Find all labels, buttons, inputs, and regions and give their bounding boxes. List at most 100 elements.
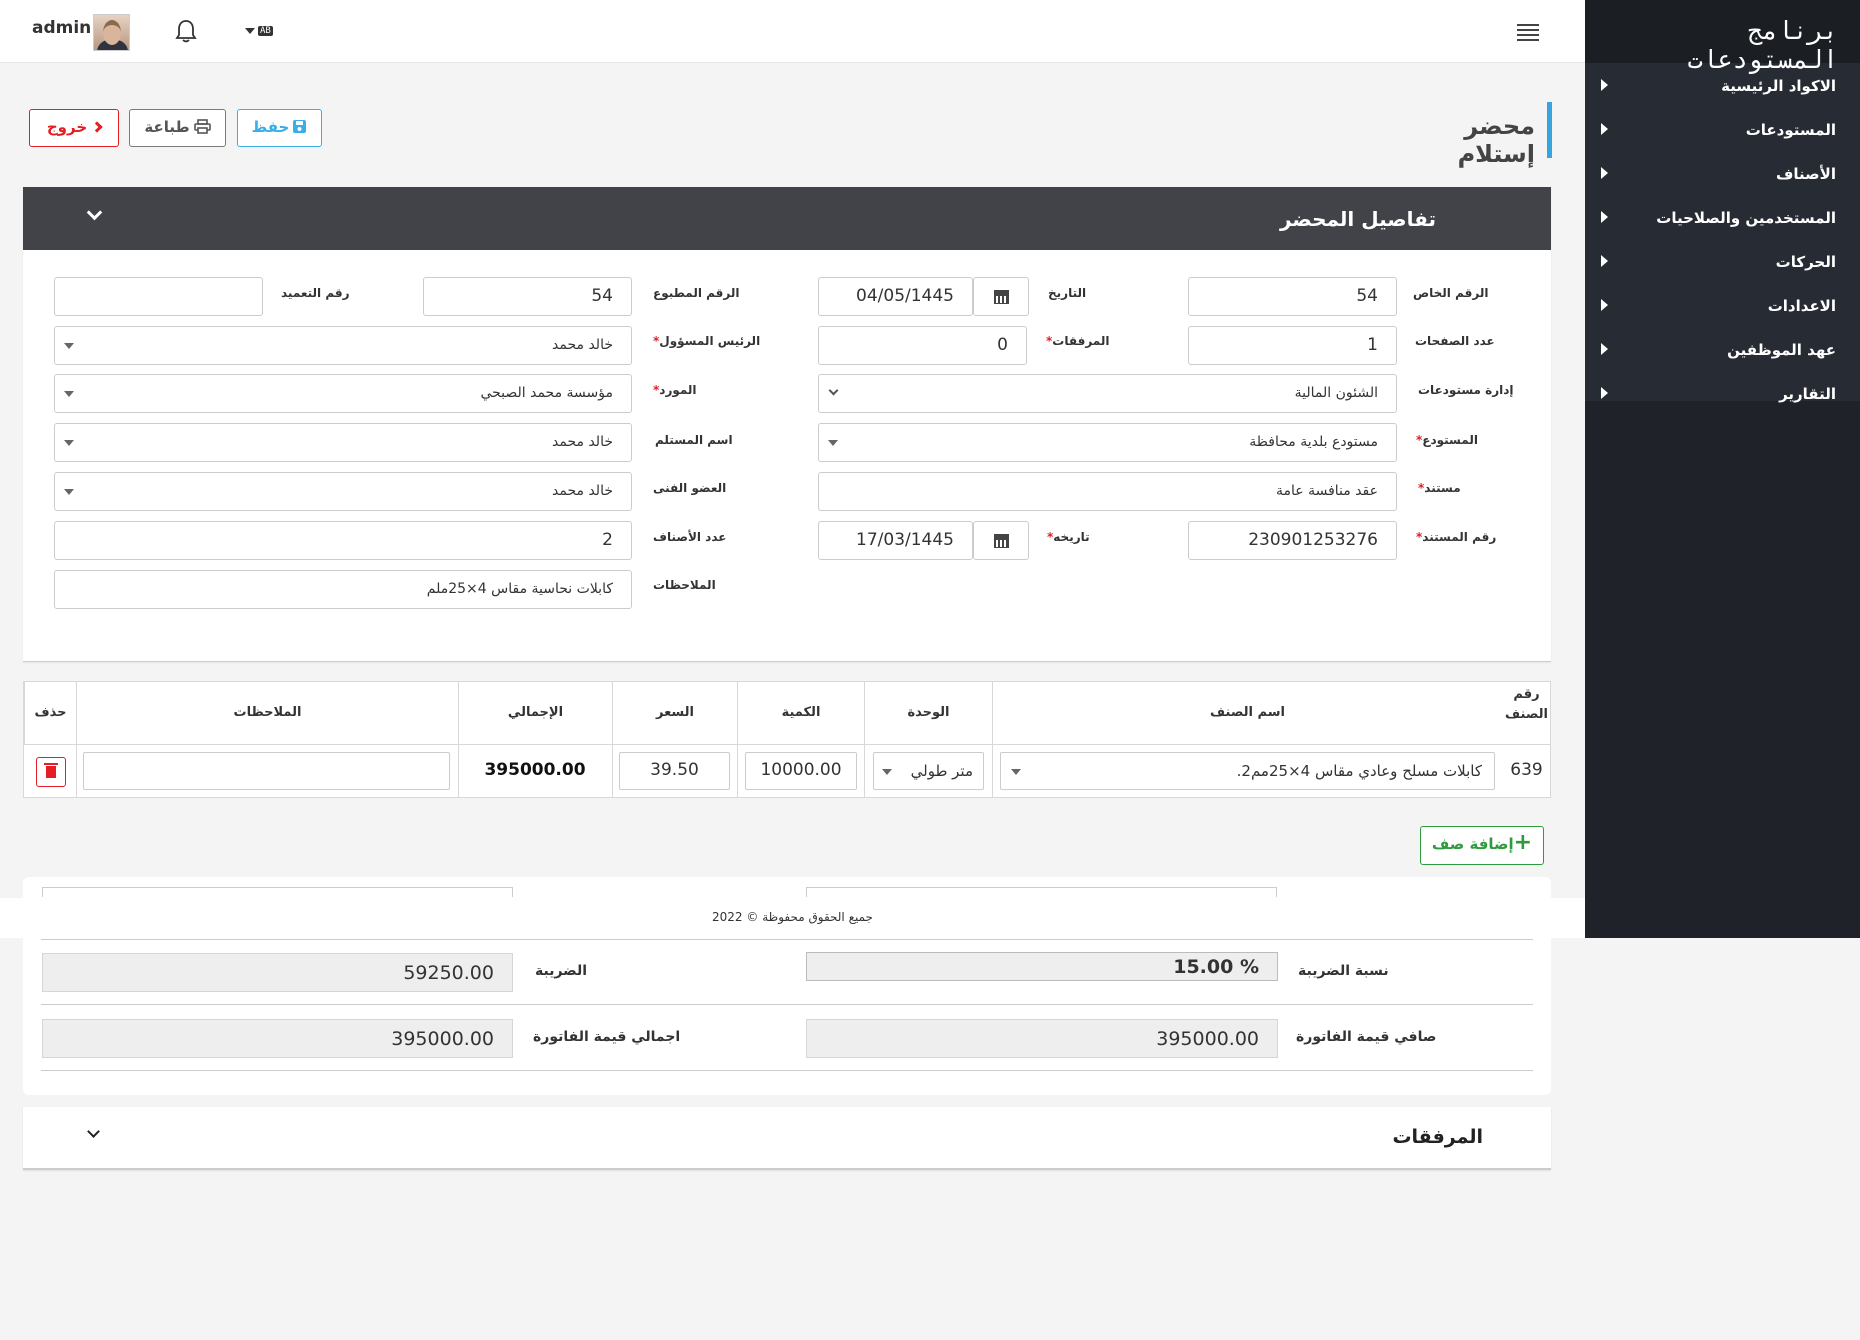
trash-icon bbox=[44, 763, 58, 778]
column-header-item-name: اسم الصنف bbox=[992, 682, 1502, 744]
document-number-label: رقم المستند* bbox=[1416, 530, 1497, 544]
column-header-notes: الملاحظات bbox=[76, 682, 458, 744]
caret-down-icon bbox=[1011, 769, 1021, 775]
printer-icon bbox=[193, 119, 211, 134]
warehouse-label: المستودع* bbox=[1416, 433, 1478, 447]
quantity-field[interactable]: 10000.00 bbox=[745, 752, 857, 790]
language-switcher[interactable]: AB bbox=[245, 23, 273, 37]
column-header-quantity: الكمية bbox=[737, 682, 864, 744]
notes-field[interactable]: كابلات نحاسية مقاس 4×25ملم bbox=[54, 570, 632, 609]
copyright-text: جميع الحقوق محفوظة © 2022 bbox=[712, 910, 873, 924]
gross-invoice-label: اجمالي قيمة الفاتورة bbox=[533, 1029, 681, 1045]
item-name-select[interactable]: كابلات مسلح وعادي مقاس 4×25مم2. bbox=[1000, 752, 1495, 790]
sidebar-item-settings[interactable]: الاعدادات bbox=[1585, 287, 1860, 331]
calendar-icon[interactable] bbox=[973, 521, 1029, 560]
chevron-down-icon[interactable] bbox=[87, 1125, 100, 1138]
attachments-panel-header[interactable]: المرفقات bbox=[23, 1107, 1551, 1170]
tax-rate-field[interactable]: % 15.00 bbox=[806, 952, 1278, 981]
receiver-name-select[interactable]: خالد محمد bbox=[54, 423, 632, 462]
date-field[interactable]: 04/05/1445 bbox=[818, 277, 973, 316]
attachments-title: المرفقات bbox=[1392, 1126, 1483, 1148]
notes-label: الملاحظات bbox=[653, 578, 716, 592]
warehouse-management-select[interactable]: الشئون المالية bbox=[818, 374, 1397, 413]
net-invoice-label: صافي قيمة الفاتورة bbox=[1296, 1029, 1437, 1045]
sidebar-item-items[interactable]: الأصناف bbox=[1585, 155, 1860, 199]
receiver-name-label: اسم المستلم bbox=[655, 433, 733, 447]
caret-down-icon bbox=[828, 440, 838, 446]
sidebar-item-employee-custody[interactable]: عهد الموظفين bbox=[1585, 331, 1860, 375]
exit-button[interactable]: خروج bbox=[29, 109, 119, 147]
items-count-label: عدد الأصناف bbox=[653, 530, 727, 544]
caret-down-icon bbox=[882, 769, 892, 775]
tax-rate-label: نسبة الضريبة bbox=[1298, 963, 1389, 979]
caret-down-icon bbox=[64, 343, 74, 349]
save-icon bbox=[293, 120, 307, 133]
print-button[interactable]: طباعة bbox=[129, 109, 226, 147]
user-name[interactable]: admin bbox=[32, 18, 91, 38]
exit-label: خروج bbox=[46, 118, 88, 136]
sidebar-item-main-codes[interactable]: الاكواد الرئيسية bbox=[1585, 67, 1860, 111]
totals-divider bbox=[41, 1070, 1533, 1071]
unit-select[interactable]: متر طولي bbox=[873, 752, 984, 790]
document-label: مستند* bbox=[1418, 481, 1461, 495]
printed-number-field[interactable]: 54 bbox=[423, 277, 632, 316]
document-date-label: تاريخه* bbox=[1047, 530, 1090, 544]
price-field[interactable]: 39.50 bbox=[619, 752, 730, 790]
footer: جميع الحقوق محفوظة © 2022 bbox=[0, 898, 1585, 938]
sidebar-item-reports[interactable]: التقارير bbox=[1585, 375, 1860, 419]
calendar-icon[interactable] bbox=[973, 277, 1029, 316]
attachments-count-field[interactable]: 0 bbox=[818, 326, 1027, 365]
tax-label: الضريبة bbox=[535, 963, 588, 979]
private-number-label: الرقم الخاص bbox=[1413, 286, 1489, 300]
technical-member-select[interactable]: خالد محمد bbox=[54, 472, 632, 511]
supplier-label: المورد* bbox=[653, 383, 697, 397]
caret-down-icon bbox=[245, 27, 255, 34]
chevron-down-icon[interactable] bbox=[86, 204, 103, 221]
document-field[interactable]: عقد منافسة عامة bbox=[818, 472, 1397, 511]
responsible-head-select[interactable]: خالد محمد bbox=[54, 326, 632, 365]
supplier-select[interactable]: مؤسسة محمد الصبحي bbox=[54, 374, 632, 413]
details-card-title: تفاصيل المحضر bbox=[1279, 207, 1436, 231]
column-header-delete: حذف bbox=[24, 682, 76, 744]
sidebar-item-label: الاكواد الرئيسية bbox=[1721, 77, 1836, 95]
sidebar-item-users-permissions[interactable]: المستخدمين والصلاحيات bbox=[1585, 199, 1860, 243]
sidebar-item-warehouses[interactable]: المستودعات bbox=[1585, 111, 1860, 155]
technical-member-label: العضو الفنى bbox=[653, 481, 727, 495]
items-count-field[interactable]: 2 bbox=[54, 521, 632, 560]
date-label: التاريخ bbox=[1048, 286, 1087, 300]
private-number-field[interactable]: 54 bbox=[1188, 277, 1397, 316]
avatar[interactable] bbox=[93, 14, 130, 51]
pages-count-field[interactable]: 1 bbox=[1188, 326, 1397, 365]
sidebar: برنامج المستودعات الاكواد الرئيسية المست… bbox=[1585, 0, 1860, 938]
add-row-button[interactable]: +إضافة صف bbox=[1420, 826, 1544, 865]
sidebar-item-transactions[interactable]: الحركات bbox=[1585, 243, 1860, 287]
cell-item-number: 639 bbox=[1510, 760, 1543, 780]
hidden-field-top bbox=[806, 887, 1277, 897]
totals-divider bbox=[41, 1004, 1533, 1005]
cell-total: 395000.00 bbox=[484, 760, 586, 780]
sidebar-item-label: التقارير bbox=[1779, 385, 1836, 403]
caret-right-icon bbox=[1601, 123, 1608, 135]
caret-right-icon bbox=[1601, 387, 1608, 399]
column-header-unit: الوحدة bbox=[864, 682, 992, 744]
menu-toggle-icon[interactable] bbox=[1517, 24, 1539, 44]
print-label: طباعة bbox=[144, 118, 190, 136]
row-notes-field[interactable] bbox=[83, 752, 450, 790]
details-card-header[interactable]: تفاصيل المحضر bbox=[23, 187, 1551, 250]
language-icon: AB bbox=[258, 25, 273, 36]
document-number-field[interactable]: 230901253276 bbox=[1188, 521, 1397, 560]
warehouse-select[interactable]: مستودع بلدية محافظة bbox=[818, 423, 1397, 462]
hidden-field-top bbox=[42, 887, 513, 897]
document-date-field[interactable]: 17/03/1445 bbox=[818, 521, 973, 560]
responsible-head-label: الرئيس المسؤول* bbox=[653, 334, 761, 348]
delete-row-button[interactable] bbox=[36, 757, 66, 787]
sidebar-item-label: المستخدمين والصلاحيات bbox=[1656, 209, 1836, 227]
column-header-item-number: رقم الصنف bbox=[1505, 687, 1548, 722]
top-bar: admin AB bbox=[0, 0, 1585, 63]
assignment-number-field[interactable] bbox=[54, 277, 263, 316]
caret-right-icon bbox=[1601, 211, 1608, 223]
sidebar-item-label: المستودعات bbox=[1745, 121, 1836, 139]
save-label: حفظ bbox=[251, 118, 290, 136]
bell-icon[interactable] bbox=[175, 18, 197, 44]
save-button[interactable]: حفظ bbox=[237, 109, 322, 147]
